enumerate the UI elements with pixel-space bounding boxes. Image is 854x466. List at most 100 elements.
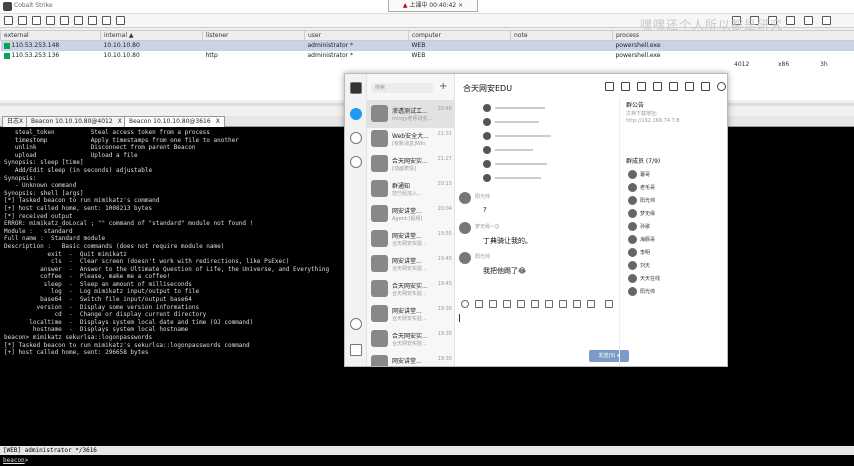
flag-icon[interactable]: [637, 82, 646, 91]
member-item[interactable]: 阳光帅: [628, 287, 655, 296]
folder-icon[interactable]: [605, 82, 614, 91]
more-icon[interactable]: [587, 300, 595, 308]
col-note[interactable]: note: [510, 30, 613, 41]
cube-icon[interactable]: [822, 16, 831, 25]
conversation-item[interactable]: 群通知 20:15 您已经加入...: [367, 175, 455, 203]
console-input[interactable]: beacon>: [0, 455, 854, 466]
avatar[interactable]: [459, 192, 471, 204]
conversation-preview: 合天网安实验...: [392, 266, 427, 272]
col-process[interactable]: process: [612, 30, 854, 41]
conversation-name: 合天网安实...: [392, 333, 428, 340]
conversation-item[interactable]: 合天网安实... 19:45 合天网安实验...: [367, 275, 455, 303]
member-name: 薯哥: [640, 172, 651, 178]
close-icon[interactable]: ×: [458, 2, 463, 9]
member-name: 李明: [640, 250, 651, 256]
avatar[interactable]: [350, 82, 362, 94]
list-icon[interactable]: [60, 16, 69, 25]
conversation-item[interactable]: 合天网安实... 19:35 合天网安实验...: [367, 325, 455, 353]
conversation-item[interactable]: 网安讲堂... 19:45 合天网安实验...: [367, 250, 455, 278]
col-internal[interactable]: internal ▲: [100, 30, 203, 41]
member-item[interactable]: 天天在线: [628, 274, 660, 283]
conversation-item[interactable]: 网安讲堂... 19:35: [367, 350, 455, 366]
image-icon[interactable]: [102, 16, 111, 25]
member-item[interactable]: 李明: [628, 248, 650, 257]
video-icon[interactable]: [573, 300, 581, 308]
member-item[interactable]: 孙歌: [628, 222, 650, 231]
col-user[interactable]: user: [304, 30, 409, 41]
video-icon[interactable]: [653, 82, 662, 91]
member-item[interactable]: 刘天: [628, 261, 650, 270]
tab-beacon-3616[interactable]: Beacon 10.10.10.80@3616 X: [124, 116, 225, 127]
screen-icon[interactable]: [685, 82, 694, 91]
scissors-icon[interactable]: [475, 300, 483, 308]
close-icon[interactable]: X: [118, 118, 122, 125]
feed-avatar: [483, 174, 491, 182]
tab-event-log[interactable]: 日志X: [2, 116, 29, 127]
screen-icon[interactable]: [531, 300, 539, 308]
table-row[interactable]: 110.53.253.136 10.10.10.80 http administ…: [1, 51, 854, 61]
member-item[interactable]: 薯哥: [628, 170, 650, 179]
link-icon[interactable]: [786, 16, 795, 25]
phone-icon[interactable]: [621, 82, 630, 91]
history-icon[interactable]: [605, 300, 613, 308]
conversation-item[interactable]: 网安讲堂... 20:04 Agent:[视频]: [367, 200, 455, 228]
member-item[interactable]: 海豚哥: [628, 235, 655, 244]
conversation-name: 网安讲堂...: [392, 258, 422, 265]
conversation-item[interactable]: 网安讲堂... 19:35 合天网安实验...: [367, 300, 455, 328]
notice-link[interactable]: http://192.168.74.7:8: [626, 118, 680, 124]
conversation-item[interactable]: 合天网安实... 21:27 [动画表情]: [367, 150, 455, 178]
feed-avatar: [483, 118, 491, 126]
mic-icon[interactable]: [545, 300, 553, 308]
member-item[interactable]: 老毛哥: [628, 183, 655, 192]
table-row[interactable]: 110.53.253.148 10.10.10.80 administrator…: [0, 40, 854, 51]
avatar[interactable]: [459, 252, 471, 264]
red-packet-icon[interactable]: [517, 300, 525, 308]
col-computer[interactable]: computer: [408, 30, 511, 41]
add-user-icon[interactable]: [701, 82, 710, 91]
conversation-item[interactable]: 网安讲堂... 19:55 合天网安实验...: [367, 225, 455, 253]
key-icon[interactable]: [88, 16, 97, 25]
class-timer-banner[interactable]: ▲ 上课中 00:40:42 ×: [388, 0, 478, 12]
col-external[interactable]: external: [0, 30, 101, 41]
emoji-icon[interactable]: [461, 300, 469, 308]
conversation-item[interactable]: Web安全大... 21:31 [有新消息]Win: [367, 125, 455, 153]
shield-icon[interactable]: [350, 318, 362, 330]
member-name: 阳光帅: [640, 198, 656, 204]
conversation-preview: 合天网安实验...: [392, 341, 427, 347]
avatar[interactable]: [459, 222, 471, 234]
message-sender: 阳光帅: [475, 194, 491, 200]
search-input[interactable]: 搜索: [371, 83, 433, 93]
folder-icon[interactable]: [489, 300, 497, 308]
graph-icon[interactable]: [46, 16, 55, 25]
col-listener[interactable]: listener: [202, 30, 305, 41]
message-text: 丁典骑让我的。: [483, 237, 532, 245]
members-title: 群成员 (7/9): [626, 158, 661, 165]
title-bar: Cobalt Strike ▲ 上课中 00:40:42 ×: [0, 0, 854, 14]
close-icon[interactable]: X: [216, 118, 220, 125]
add-icon[interactable]: [4, 16, 13, 25]
headphones-icon[interactable]: [32, 16, 41, 25]
member-item[interactable]: 梦无缘: [628, 209, 655, 218]
feed-line: [495, 163, 547, 165]
settings-icon[interactable]: [116, 16, 125, 25]
menu-icon[interactable]: [350, 344, 362, 356]
remove-icon[interactable]: [18, 16, 27, 25]
grid-icon[interactable]: [669, 82, 678, 91]
star-icon[interactable]: [350, 156, 362, 168]
book-icon[interactable]: [804, 16, 813, 25]
image-icon[interactable]: [503, 300, 511, 308]
phone-icon[interactable]: [559, 300, 567, 308]
conversation-preview: Agent:[视频]: [392, 216, 423, 222]
avatar: [628, 209, 637, 218]
tab-beacon-4012[interactable]: Beacon 10.10.10.80@4012 X: [26, 116, 127, 127]
cell-external: 110.53.253.148: [0, 40, 101, 51]
contacts-icon[interactable]: [350, 132, 362, 144]
target-icon[interactable]: [74, 16, 83, 25]
conversation-item[interactable]: 渗透测试工... 20:46 mingy老师讲完...: [367, 100, 455, 128]
member-name: 海豚哥: [640, 237, 656, 243]
add-button[interactable]: +: [439, 81, 447, 92]
conversation-preview: [有新消息]Win: [392, 141, 426, 147]
chat-icon[interactable]: [350, 108, 362, 120]
member-item[interactable]: 阳光帅: [628, 196, 655, 205]
settings-icon[interactable]: [717, 82, 726, 91]
